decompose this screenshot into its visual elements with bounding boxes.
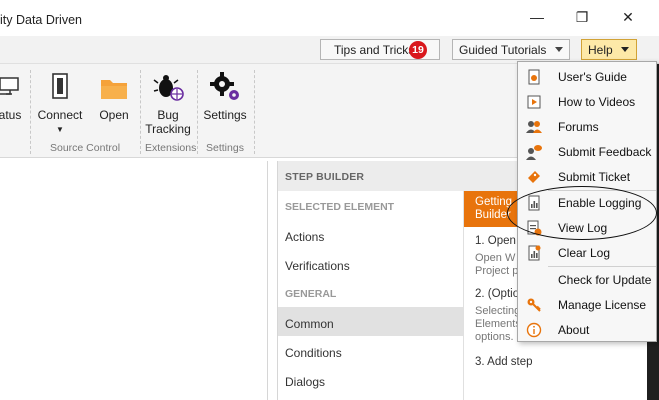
header-strip: Tips and Tricks 19 Guided Tutorials Help (0, 36, 659, 64)
maximize-icon: ❐ (575, 8, 589, 25)
bug-label-line1: Bug (157, 108, 179, 122)
menu-item-about[interactable]: About (518, 317, 656, 342)
menu-item-label: About (558, 322, 590, 337)
bug-icon (144, 72, 192, 102)
close-button[interactable]: ✕ (606, 6, 650, 28)
key-icon (518, 292, 550, 317)
window-title: ity Data Driven (0, 13, 82, 27)
ribbon-divider (30, 70, 31, 154)
left-pane (0, 161, 268, 400)
list-item-actions[interactable]: Actions (278, 220, 463, 249)
connect-label: Connect (37, 108, 83, 122)
menu-item-label: Enable Logging (558, 195, 642, 210)
list-item-dialogs[interactable]: Dialogs (278, 365, 463, 394)
chevron-down-icon (621, 47, 629, 52)
open-label: Open (99, 108, 129, 122)
group-settings-label: Settings (206, 142, 244, 154)
forums-icon (518, 114, 550, 139)
menu-item-label: User's Guide (558, 69, 627, 84)
section-selected-element: SELECTED ELEMENT (285, 201, 395, 213)
close-icon: ✕ (622, 8, 634, 25)
menu-item-forums[interactable]: Forums (518, 114, 656, 139)
menu-item-check-for-update[interactable]: Check for Update (518, 267, 656, 292)
menu-item-label: Submit Feedback (558, 144, 652, 159)
menu-item-label: Check for Update (558, 272, 652, 287)
guided-tutorials-dropdown[interactable]: Guided Tutorials (452, 39, 570, 60)
menu-item-enable-logging[interactable]: Enable Logging (518, 190, 656, 215)
list-item-verifications[interactable]: Verifications (278, 249, 463, 278)
menu-item-label: Manage License (558, 297, 647, 312)
menu-item-submit-ticket[interactable]: Submit Ticket (518, 164, 656, 189)
gear-icon (202, 72, 248, 102)
connect-dropdown-icon: ▼ (56, 125, 64, 134)
group-extensions-label: Extensions (145, 142, 197, 154)
list-item-conditions[interactable]: Conditions (278, 336, 463, 365)
tips-count-badge: 19 (409, 41, 427, 59)
video-icon (518, 89, 550, 114)
menu-item-how-to-videos[interactable]: How to Videos (518, 89, 656, 114)
ticket-icon (518, 164, 550, 189)
minimize-icon: — (530, 9, 544, 25)
title-bar: ity Data Driven — ❐ ✕ (0, 0, 659, 36)
menu-item-label: Forums (558, 119, 599, 134)
step-builder-list: SELECTED ELEMENT Actions Verifications G… (278, 191, 463, 394)
settings-label: Settings (203, 108, 247, 122)
help-menu: User's Guide How to Videos Forums Submit… (517, 61, 657, 342)
help-label: Help (588, 42, 613, 57)
info-icon (518, 317, 550, 342)
gs-step3: 3. Add step (475, 356, 533, 368)
ribbon-divider (197, 70, 198, 154)
menu-item-label: Submit Ticket (558, 169, 631, 184)
menu-item-manage-license[interactable]: Manage License (518, 292, 656, 317)
view-log-icon (518, 215, 550, 240)
feedback-icon (518, 139, 550, 164)
update-icon (518, 267, 550, 292)
tips-and-tricks-button[interactable]: Tips and Tricks 19 (320, 39, 440, 60)
menu-item-users-guide[interactable]: User's Guide (518, 64, 656, 89)
ribbon-divider (254, 70, 255, 154)
folder-open-icon (94, 72, 134, 102)
group-source-control-label: Source Control (50, 142, 121, 154)
connect-icon (36, 72, 84, 102)
clear-log-icon (518, 240, 550, 265)
minimize-button[interactable]: — (515, 6, 559, 28)
ribbon-divider (140, 70, 141, 154)
settings-button[interactable]: Settings (202, 72, 248, 122)
connect-button[interactable]: Connect ▼ (36, 72, 84, 137)
menu-item-submit-feedback[interactable]: Submit Feedback (518, 139, 656, 164)
logging-icon (518, 190, 550, 215)
status-button[interactable]: atus (0, 72, 22, 122)
guided-tutorials-label: Guided Tutorials (459, 42, 547, 57)
monitor-icon (0, 72, 22, 102)
tips-label: Tips and Tricks (334, 42, 415, 57)
menu-item-label: View Log (558, 220, 608, 235)
maximize-button[interactable]: ❐ (560, 6, 604, 28)
menu-item-label: Clear Log (558, 245, 611, 260)
menu-item-view-log[interactable]: View Log (518, 215, 656, 240)
menu-item-label: How to Videos (558, 94, 636, 109)
section-general: GENERAL (285, 288, 337, 300)
guide-icon (518, 64, 550, 89)
status-label: atus (0, 108, 22, 122)
bug-label-line2: Tracking (145, 122, 191, 136)
list-item-common[interactable]: Common (278, 307, 463, 336)
chevron-down-icon (555, 47, 563, 52)
menu-item-clear-log[interactable]: Clear Log (518, 240, 656, 265)
open-button[interactable]: Open (94, 72, 134, 122)
help-dropdown-button[interactable]: Help (581, 39, 637, 60)
bug-tracking-button[interactable]: Bug Tracking (144, 72, 192, 136)
